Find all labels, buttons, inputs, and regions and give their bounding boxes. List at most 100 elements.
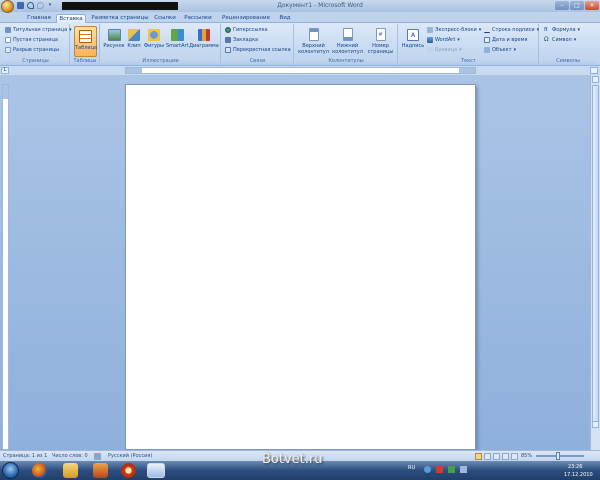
- group-label-illustrations: Иллюстрации: [101, 58, 220, 65]
- equation-label: Формула: [552, 27, 576, 33]
- right-margin-marker[interactable]: [459, 68, 475, 73]
- redo-icon[interactable]: [37, 2, 44, 9]
- page-number-icon: #: [375, 28, 386, 41]
- start-button[interactable]: [2, 462, 19, 479]
- calendar-icon: [484, 37, 490, 43]
- tab-page-layout[interactable]: Разметка страницы: [90, 14, 150, 23]
- equation-button[interactable]: π Формула ▾: [544, 26, 580, 34]
- picture-button[interactable]: Рисунок: [103, 26, 125, 57]
- pi-icon: π: [544, 26, 548, 33]
- firefox-icon[interactable]: [32, 463, 47, 478]
- view-ruler-button[interactable]: [590, 67, 598, 74]
- blank-page-label: Пустая страница: [13, 37, 58, 43]
- save-icon[interactable]: [17, 2, 24, 9]
- header-label-line2: колонтитул: [298, 49, 329, 55]
- page-break-label: Разрыв страницы: [13, 47, 60, 53]
- object-button[interactable]: Объект ▾: [484, 46, 516, 54]
- hyperlink-icon: [225, 27, 231, 33]
- tab-references[interactable]: Ссылки: [152, 14, 178, 23]
- minimize-button[interactable]: –: [555, 1, 569, 10]
- tab-mailings[interactable]: Рассылки: [183, 14, 213, 23]
- left-margin-marker[interactable]: [126, 68, 142, 73]
- customize-toolbar-arrow-icon[interactable]: ▾: [47, 2, 53, 9]
- web-layout-icon[interactable]: [493, 453, 500, 460]
- table-button[interactable]: Таблица: [74, 26, 97, 57]
- group-label-links: Связи: [222, 58, 293, 65]
- spelling-check-icon[interactable]: [94, 453, 101, 460]
- full-screen-reading-icon[interactable]: [484, 453, 491, 460]
- draft-view-icon[interactable]: [511, 453, 518, 460]
- chart-button[interactable]: Диаграмма: [189, 26, 219, 57]
- tray-volume-icon[interactable]: [460, 466, 467, 473]
- print-layout-icon[interactable]: [475, 453, 482, 460]
- text-box-button[interactable]: A Надпись: [401, 26, 425, 57]
- tab-home[interactable]: Главная: [22, 14, 56, 23]
- group-illustrations: Рисунок Клип Фигуры SmartArt Диаграмма И…: [101, 24, 221, 65]
- tray-help-icon[interactable]: [424, 466, 431, 473]
- hyperlink-button[interactable]: Гиперссылка: [225, 26, 268, 34]
- cross-reference-label: Перекрестная ссылка: [233, 47, 291, 53]
- chrome-icon[interactable]: [121, 463, 136, 478]
- date-time-label: Дата и время: [492, 37, 528, 43]
- dropdown-arrow-icon: ▾: [536, 27, 540, 33]
- wordart-icon: [427, 37, 433, 43]
- top-margin-marker[interactable]: [3, 85, 8, 99]
- clip-button[interactable]: Клип: [126, 26, 142, 57]
- tab-view[interactable]: Вид: [278, 14, 292, 23]
- word-taskbar-icon[interactable]: [147, 463, 165, 478]
- language-indicator[interactable]: RU: [408, 465, 415, 471]
- scroll-up-button[interactable]: [592, 76, 599, 83]
- footer-icon: [342, 28, 353, 41]
- scroll-down-button[interactable]: [592, 421, 599, 428]
- language-status[interactable]: Русский (Россия): [108, 453, 152, 460]
- group-tables: Таблица Таблицы: [71, 24, 100, 65]
- clock-date[interactable]: 17.12.2010: [564, 472, 593, 478]
- blank-page-button[interactable]: Пустая страница: [5, 36, 58, 44]
- page-count-status[interactable]: Страница: 1 из 1: [3, 453, 47, 460]
- tab-selector-button[interactable]: L: [1, 67, 9, 74]
- folder-icon[interactable]: [63, 463, 78, 478]
- clock-time[interactable]: 23:26: [568, 464, 582, 470]
- quick-parts-icon: [427, 27, 433, 33]
- chart-icon: [198, 29, 210, 41]
- scroll-thumb[interactable]: [592, 85, 599, 425]
- undo-icon[interactable]: [27, 2, 34, 9]
- vertical-scrollbar[interactable]: [590, 75, 600, 450]
- document-page[interactable]: [125, 84, 476, 450]
- horizontal-ruler[interactable]: [125, 67, 476, 74]
- close-button[interactable]: ×: [585, 1, 599, 10]
- watermark-text: Botvet.ru: [262, 452, 323, 467]
- signature-line-button[interactable]: Строка подписи ▾: [484, 26, 539, 34]
- drop-cap-icon: [427, 47, 433, 53]
- office-button[interactable]: [1, 0, 14, 13]
- zoom-slider-knob[interactable]: [556, 452, 560, 460]
- media-player-icon[interactable]: [93, 463, 108, 478]
- maximize-button[interactable]: □: [570, 1, 584, 10]
- tab-insert[interactable]: Вставка: [56, 14, 86, 23]
- tab-review[interactable]: Рецензирование: [219, 14, 273, 23]
- word-count-status[interactable]: Число слов: 0: [52, 453, 88, 460]
- date-time-button[interactable]: Дата и время: [484, 36, 527, 44]
- header-button[interactable]: Верхний колонтитул: [297, 26, 330, 57]
- cross-reference-button[interactable]: Перекрестная ссылка: [225, 46, 291, 54]
- quick-parts-button[interactable]: Экспресс-блоки ▾: [427, 26, 481, 34]
- smartart-button[interactable]: SmartArt: [166, 26, 189, 57]
- page-break-button[interactable]: Разрыв страницы: [5, 46, 59, 54]
- cover-page-icon: [5, 27, 11, 33]
- footer-button[interactable]: Нижний колонтитул: [331, 26, 364, 57]
- outline-view-icon[interactable]: [502, 453, 509, 460]
- wordart-button[interactable]: WordArt ▾: [427, 36, 460, 44]
- dropdown-arrow-icon: ▾: [459, 47, 462, 53]
- bookmark-button[interactable]: Закладка: [225, 36, 258, 44]
- symbol-button[interactable]: Ω Символ ▾: [544, 36, 576, 44]
- zoom-slider[interactable]: [536, 452, 584, 460]
- tray-antivirus-icon[interactable]: [436, 466, 443, 473]
- shapes-button[interactable]: Фигуры: [143, 26, 165, 57]
- signature-line-label: Строка подписи: [492, 27, 535, 33]
- cover-page-button[interactable]: Титульная страница ▾: [5, 26, 72, 34]
- zoom-level[interactable]: 85%: [521, 453, 532, 460]
- vertical-ruler[interactable]: [2, 84, 9, 450]
- page-number-button[interactable]: # Номер страницы: [365, 26, 396, 57]
- wordart-label: WordArt: [435, 37, 456, 43]
- tray-network-icon[interactable]: [448, 466, 455, 473]
